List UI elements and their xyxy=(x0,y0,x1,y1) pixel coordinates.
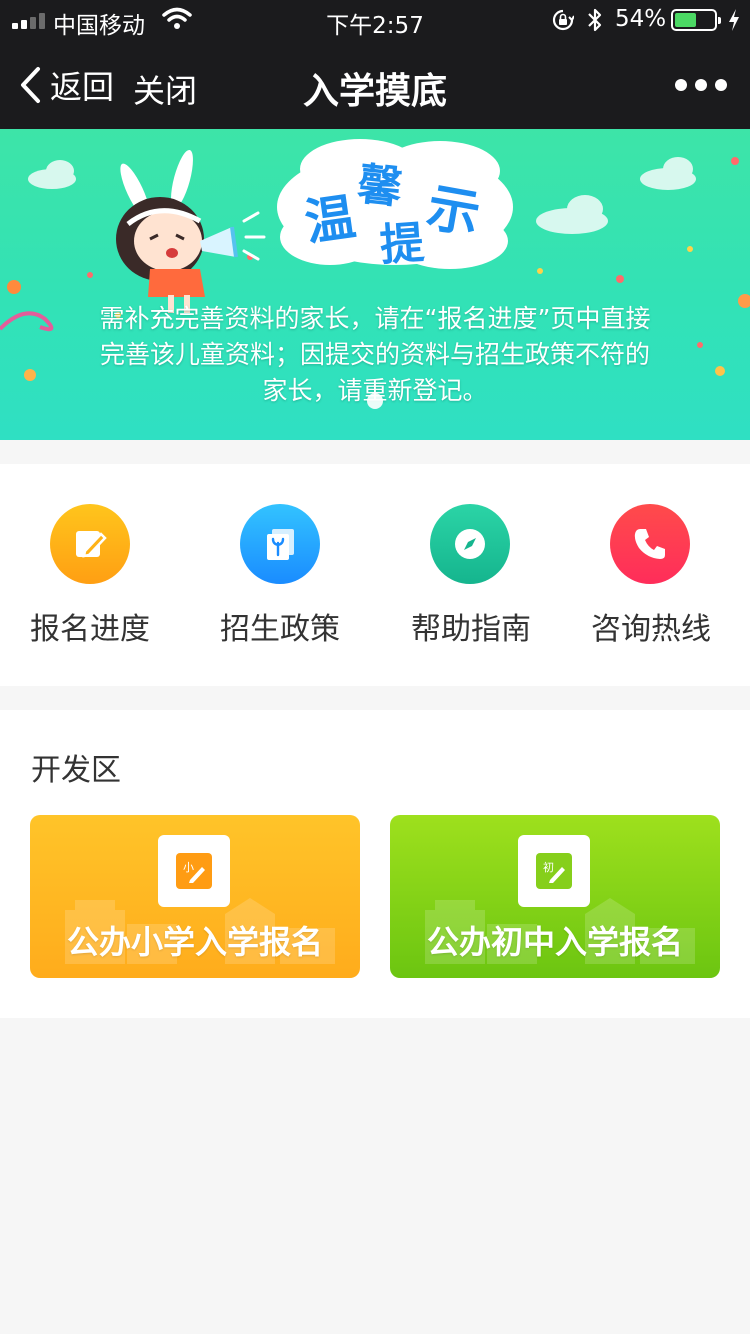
quick-item-label: 报名进度 xyxy=(30,612,150,647)
svg-text:初: 初 xyxy=(543,860,554,874)
quick-menu: 报名进度 招生政策 帮助指南 咨询热线 xyxy=(0,464,750,686)
quick-item-label: 招生政策 xyxy=(220,612,340,647)
charging-icon xyxy=(729,9,739,31)
quick-item-enroll-progress[interactable]: 报名进度 xyxy=(0,464,180,686)
svg-text:小: 小 xyxy=(183,861,194,874)
junior-school-icon: 初 xyxy=(518,835,590,907)
battery-percent: 54% xyxy=(615,6,667,32)
quick-item-hotline[interactable]: 咨询热线 xyxy=(560,464,750,686)
card-label: 公办初中入学报名 xyxy=(426,923,683,961)
primary-school-enroll-button[interactable]: 小 公办小学入学报名 xyxy=(30,815,360,978)
quick-item-help-guide[interactable]: 帮助指南 xyxy=(370,464,560,686)
rotation-lock-icon xyxy=(552,9,574,31)
quick-item-label: 咨询热线 xyxy=(591,612,711,647)
svg-text:馨: 馨 xyxy=(355,159,405,214)
page-title: 入学摸底 xyxy=(302,71,447,112)
svg-text:温: 温 xyxy=(301,188,359,252)
nav-bar: 返回 关闭 入学摸底 xyxy=(0,40,750,129)
phone-icon xyxy=(610,504,690,584)
status-bar: 中国移动 下午2:57 54% xyxy=(0,0,750,40)
card-label: 公办小学入学报名 xyxy=(66,923,323,961)
policy-book-icon xyxy=(240,504,320,584)
more-icon[interactable] xyxy=(672,74,730,96)
junior-school-enroll-button[interactable]: 初 公办初中入学报名 xyxy=(390,815,720,978)
compass-icon xyxy=(430,504,510,584)
quick-item-label: 帮助指南 xyxy=(411,612,531,647)
svg-text:示: 示 xyxy=(423,178,485,246)
district-section: 开发区 小 公办小学入学报名 初 公办初中入学报名 xyxy=(0,710,750,1018)
section-title: 开发区 xyxy=(31,753,121,788)
primary-school-icon: 小 xyxy=(158,835,230,907)
svg-text:提: 提 xyxy=(378,217,425,271)
carousel-indicator xyxy=(367,393,383,409)
battery-icon xyxy=(671,9,721,31)
notice-banner[interactable]: 温 馨 提 示 需补充完善资料的家长，请在“报名进度”页中直接完善该儿童资料；因… xyxy=(0,129,750,440)
quick-item-enroll-policy[interactable]: 招生政策 xyxy=(180,464,370,686)
bluetooth-icon xyxy=(588,8,602,32)
edit-icon xyxy=(50,504,130,584)
